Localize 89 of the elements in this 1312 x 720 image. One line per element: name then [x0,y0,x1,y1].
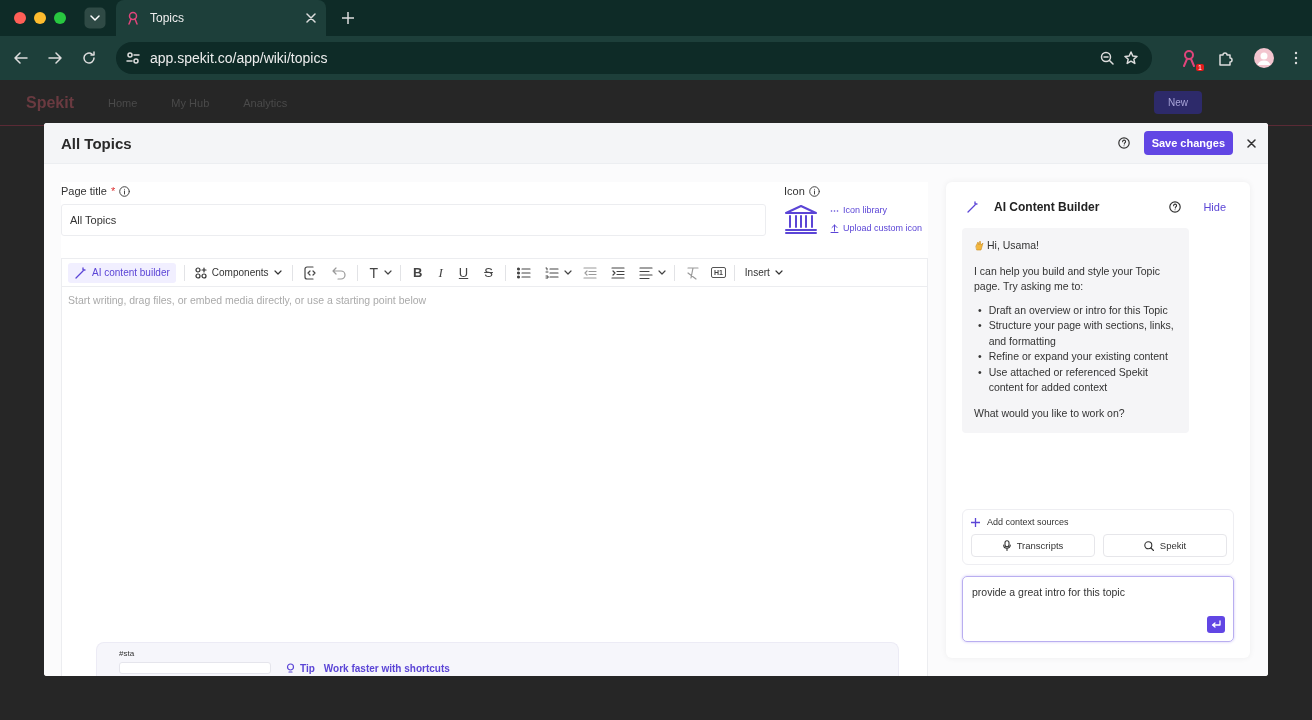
caret-icon [774,269,783,276]
enter-icon [1211,620,1221,629]
caret-icon [563,269,572,276]
add-context-button[interactable]: Add context sources [971,517,1227,527]
magic-wand-icon [966,201,978,213]
editor-placeholder: Start writing, drag files, or embed media directly, or use a starting point below [68,294,428,306]
new-button[interactable]: New [1154,91,1202,114]
icon-link[interactable]: Icon library [830,205,923,215]
spekit-logo-icon [126,11,140,25]
site-settings-icon [126,51,140,65]
browser-tab[interactable]: Topics [116,0,326,36]
reload-icon[interactable] [82,51,96,65]
caret-icon [384,269,393,276]
microphone-icon [1002,540,1011,551]
bullet-mark: • [978,302,982,318]
field-label: Icon [784,185,805,197]
window-control-icon[interactable] [14,12,26,24]
window-control-icon[interactable] [54,12,66,24]
info-icon [808,185,820,197]
tip-label: Tip [300,662,315,674]
indent-icon[interactable] [610,265,625,280]
message-text: I can help you build and style your Topic page. Try asking me to: [974,263,1161,294]
list-item: Draft an overview or intro for this Topic [988,302,1168,318]
message-text: What would you like to work on? [974,405,1126,421]
hide-link[interactable]: Hide [1203,201,1226,213]
bank-building-icon[interactable] [784,204,818,234]
list-item: Use attached or referenced Spekit content for added context [988,364,1150,395]
extension-icon[interactable] [1180,49,1198,67]
format-button[interactable]: B [409,265,427,280]
search-icon [1143,540,1154,551]
undo-icon[interactable] [331,265,346,280]
outdent-icon[interactable] [582,265,597,280]
snippet-text: #sta [119,649,136,658]
url-text: app.spekit.co/app/wiki/topics [150,50,328,66]
clear-format-icon[interactable] [685,265,700,280]
save-button[interactable]: Save changes [1143,131,1233,155]
components-dropdown[interactable]: Components [192,266,284,279]
zoom-icon[interactable] [1100,51,1114,65]
numbered-list-icon[interactable] [544,265,559,280]
send-button[interactable] [1207,616,1225,633]
puzzle-icon[interactable] [1218,50,1234,66]
forward-icon[interactable] [48,51,62,65]
icon-link[interactable]: Upload custom icon [830,223,923,233]
panel-title: AI Content Builder [994,200,1100,214]
bookmark-star-icon[interactable] [1124,51,1138,65]
help-icon[interactable] [1117,137,1130,149]
source-button[interactable]: Spekit [1103,534,1227,557]
bullet-mark: • [978,349,982,364]
required-mark: * [110,185,116,197]
close-icon [306,13,316,23]
help-icon[interactable] [1169,201,1182,213]
new-tab-icon[interactable] [342,12,354,24]
format-button[interactable]: U [454,265,473,280]
ai-builder-button[interactable]: AI content builder [68,262,176,283]
format-button[interactable]: S [480,265,497,280]
waving-hand-icon [974,240,984,252]
avatar-icon[interactable] [1254,48,1274,68]
window-control-icon[interactable] [34,12,46,24]
source-button[interactable]: Transcripts [971,534,1095,557]
greeting-text: Hi, Usama! [987,238,1039,253]
field-label: Page title [61,185,107,197]
bullet-list-icon[interactable] [516,265,531,280]
back-icon[interactable] [14,51,28,65]
list-item: Structure your page with sections, links, and formatting [988,318,1175,349]
magic-wand-icon [74,266,86,279]
prompt-input[interactable]: provide a great intro for this topic [962,576,1234,642]
caret-icon [657,269,666,276]
tip-text: Work faster with shortcuts [323,662,450,674]
close-icon[interactable] [1247,138,1256,148]
list-item: Refine or expand your existing content [988,349,1168,364]
lightbulb-icon [286,663,295,673]
caret-icon [273,269,282,276]
align-icon[interactable] [638,265,653,280]
code-block-icon[interactable] [303,265,318,280]
insert-dropdown[interactable]: Insert [742,267,785,278]
tab-title: Topics [150,11,185,25]
format-button[interactable]: I [434,264,447,281]
bullet-mark: • [978,364,982,380]
bullet-mark: • [978,318,982,333]
plus-icon [971,517,980,527]
format-button[interactable]: T [365,264,383,281]
more-icon[interactable] [1294,51,1298,65]
address-bar[interactable]: app.spekit.co/app/wiki/topics [116,42,1152,74]
upload-icon [830,223,839,233]
info-icon [119,185,131,197]
title-input[interactable]: All Topics [61,204,766,236]
modal-title: All Topics [61,134,132,152]
components-icon [194,266,207,279]
tab-list-icon[interactable] [84,7,106,29]
